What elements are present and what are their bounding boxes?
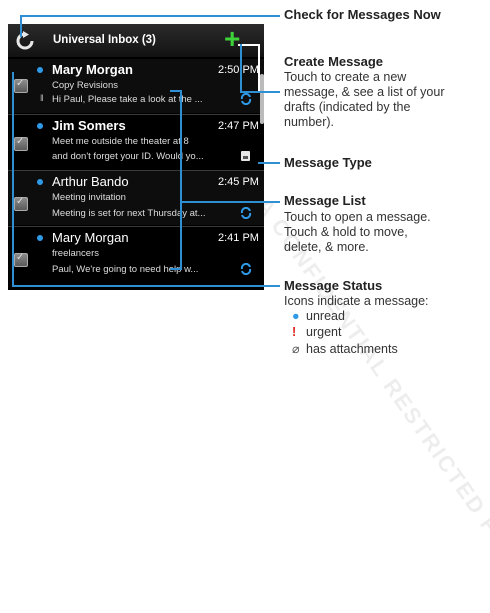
message-preview: Meeting is set for next Thursday at... [52,208,206,219]
message-preview: and don't forget your ID. Would yo... [52,151,204,162]
message-row[interactable]: Arthur Bando 2:45 PM Meeting invitation … [8,171,264,225]
message-sender: Mary Morgan [52,62,133,77]
message-sender: Jim Somers [52,118,126,133]
unread-dot-icon [37,179,43,185]
message-time: 2:41 PM [218,232,259,244]
unread-dot-icon [37,123,43,129]
unread-dot-icon [37,235,43,241]
message-preview: Hi Paul, Please take a look at the ... [52,94,203,105]
message-subject: Meet me outside the theater at 8 [52,136,189,147]
label-create-message: Create Message [284,54,383,69]
label-create-line2: message, & see a list of your [284,85,445,99]
callout-line-list-bottom [170,268,182,270]
phone-screen: Universal Inbox (3) + Mary Morgan 2:50 P… [8,24,264,290]
scrollbar[interactable] [260,74,264,124]
callout-line-status-vert [12,72,14,287]
label-check-messages: Check for Messages Now [284,7,441,22]
message-subject: Copy Revisions [52,80,118,91]
label-message-type: Message Type [284,155,372,170]
inbox-title: Universal Inbox (3) [53,34,156,46]
callout-line-list-top [170,90,182,92]
label-list-line1: Touch to open a message. [284,210,431,224]
message-subject: Meeting invitation [52,192,126,203]
message-checkbox[interactable] [14,136,28,151]
sync-icon [240,207,252,219]
label-create-line1: Touch to create a new [284,70,407,84]
message-row[interactable]: Mary Morgan 2:50 PM Copy Revisions ‖ Hi … [8,59,264,113]
callout-line-msgtype [258,162,280,164]
legend-attachment-label: has attachments [306,342,398,356]
legend-attachment: ⌀ has attachments [292,341,398,356]
unread-dot-icon: ● [292,309,300,323]
message-checkbox[interactable] [14,196,28,211]
message-type-icon [241,151,250,161]
callout-line-list [180,201,280,203]
message-subject: freelancers [52,248,99,259]
legend-urgent-label: urgent [306,325,342,339]
label-message-list: Message List [284,193,366,208]
legend-unread: ● unread [292,309,345,323]
refresh-icon[interactable] [14,30,36,52]
callout-line-check-drop [20,15,22,37]
urgent-icon: ! [292,325,297,339]
callout-line-list-vert [180,90,182,270]
legend-unread-label: unread [306,309,345,323]
label-message-status: Message Status [284,278,383,293]
sync-icon [240,263,252,275]
sync-icon [240,93,252,105]
message-sender: Arthur Bando [52,174,129,189]
message-time: 2:45 PM [218,176,259,188]
message-checkbox[interactable] [14,252,28,267]
label-create-line3: drafts (indicated by the [284,100,411,114]
callout-line-create-vert [240,44,242,92]
unread-dot-icon [37,67,43,73]
callout-line-check [20,15,280,17]
message-time: 2:47 PM [218,120,259,132]
message-sender: Mary Morgan [52,230,129,245]
callout-line-status [12,285,280,287]
inbox-header: Universal Inbox (3) + [8,24,264,57]
label-create-line4: number). [284,115,335,129]
message-row[interactable]: Mary Morgan 2:41 PM freelancers Paul, We… [8,227,264,281]
label-list-line2: Touch & hold to move, [284,225,408,239]
callout-line-create [240,91,280,93]
message-row[interactable]: Jim Somers 2:47 PM Meet me outside the t… [8,115,264,169]
label-list-line3: delete, & more. [284,240,369,254]
attachment-icon: ⌀ [292,342,300,356]
label-status-line1: Icons indicate a message: [284,294,429,308]
message-checkbox[interactable] [14,78,28,93]
attachment-icon: ‖ [40,93,44,103]
message-preview: Paul, We're going to need help w... [52,264,199,275]
legend-urgent: ! urgent [292,325,341,339]
